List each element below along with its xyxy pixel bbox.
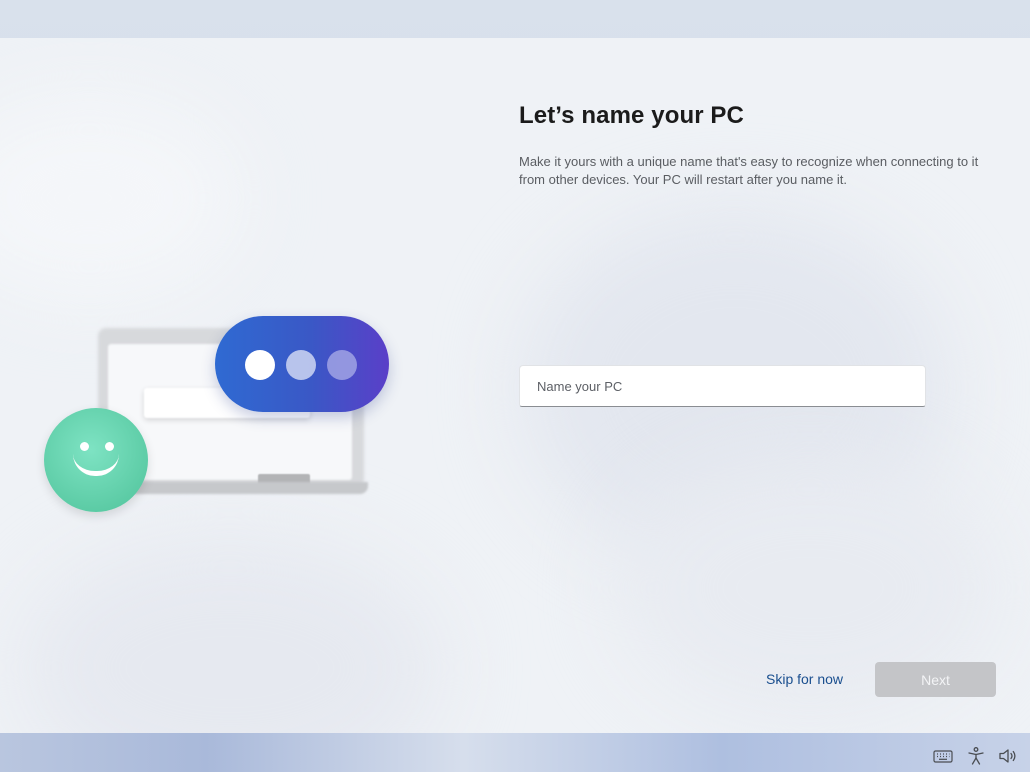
background-blob bbox=[0, 98, 240, 298]
page-description: Make it yours with a unique name that's … bbox=[519, 154, 979, 187]
chat-bubble-icon bbox=[215, 316, 389, 412]
smiley-eye bbox=[105, 442, 114, 451]
typing-dot bbox=[327, 350, 357, 380]
next-button[interactable]: Next bbox=[875, 662, 996, 697]
smiley-icon bbox=[44, 408, 148, 512]
desktop-wallpaper bbox=[0, 733, 1030, 772]
volume-icon[interactable] bbox=[997, 745, 1019, 767]
background-blob bbox=[20, 538, 440, 733]
typing-dot bbox=[286, 350, 316, 380]
oobe-dialog: Let’s name your PC Make it yours with a … bbox=[0, 38, 1030, 733]
pc-name-input[interactable] bbox=[519, 365, 926, 407]
name-pc-illustration bbox=[40, 278, 400, 512]
typing-dot bbox=[245, 350, 275, 380]
smiley-eye bbox=[80, 442, 89, 451]
keyboard-icon[interactable] bbox=[932, 745, 954, 767]
smiley-mouth bbox=[73, 454, 119, 476]
page-title: Let’s name your PC bbox=[519, 102, 744, 129]
accessibility-icon[interactable] bbox=[965, 745, 987, 767]
skip-for-now-link[interactable]: Skip for now bbox=[766, 671, 843, 687]
